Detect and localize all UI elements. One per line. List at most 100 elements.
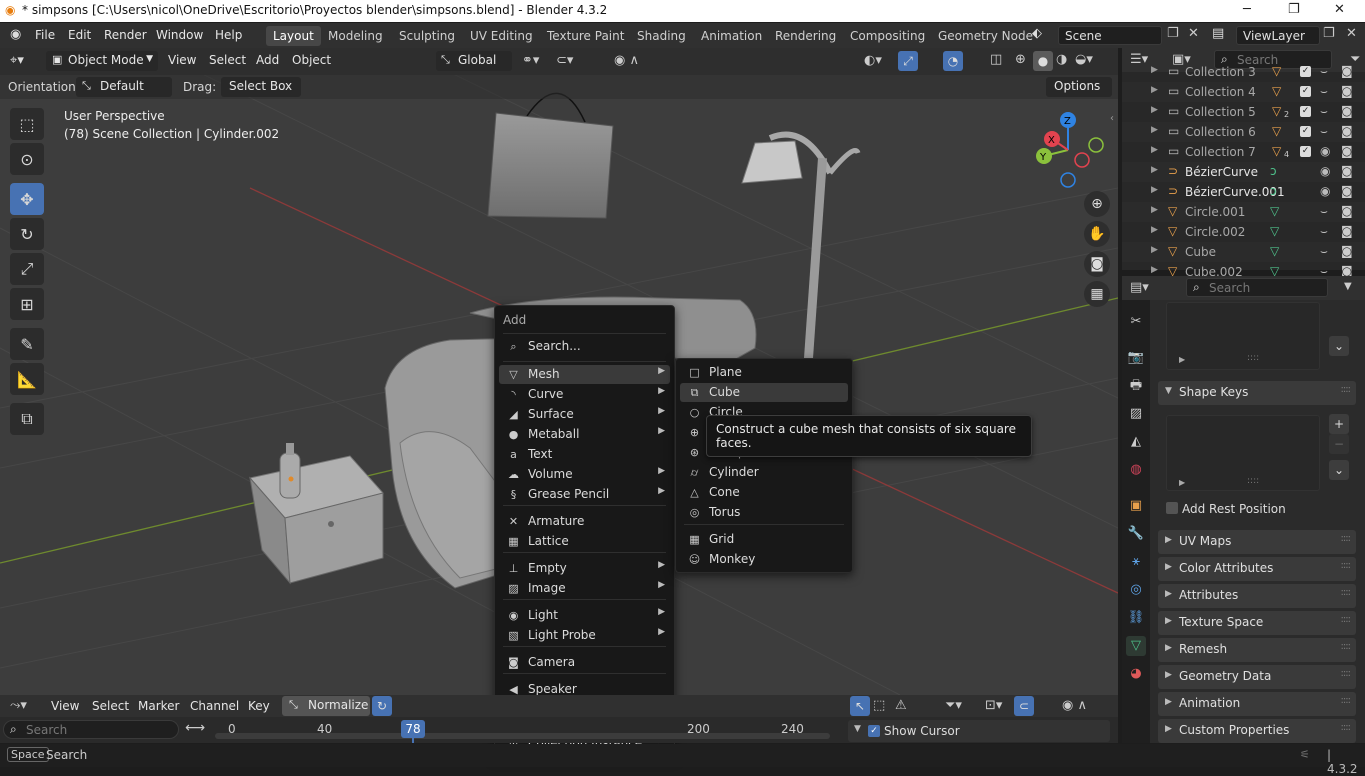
menu-marker[interactable]: Marker	[138, 699, 179, 713]
panel-grip-icon[interactable]: ::::	[1341, 614, 1352, 625]
visibility-eye-icon[interactable]: ⌣	[1320, 104, 1328, 119]
outliner-row[interactable]: ▶ ▽ Circle.001 ▽ ⌣ ◙	[1122, 202, 1365, 222]
panel-grip-icon[interactable]: ::::	[1341, 533, 1352, 544]
view-layer-tab-icon[interactable]: ▨	[1126, 404, 1146, 424]
menu-key[interactable]: Key	[248, 699, 270, 713]
properties-search[interactable]: ⌕ Search	[1186, 278, 1328, 297]
outliner-row[interactable]: ▶ ▭ Collection 7 ▽ 4 ✓ ◉ ◙	[1122, 142, 1365, 162]
scene-field[interactable]: Scene	[1058, 26, 1162, 45]
add-menu-item-text[interactable]: a Text	[499, 445, 670, 464]
tool-tab-icon[interactable]: ✂	[1126, 312, 1146, 332]
proportional-edit-icon[interactable]: ◉ ∧	[614, 53, 639, 68]
panel-texture-space[interactable]: ▶ Texture Space::::	[1158, 611, 1356, 635]
constraints-tab-icon[interactable]: ⛓	[1126, 608, 1146, 628]
curve-data-icon[interactable]: ↄ	[1270, 184, 1277, 198]
view-layer-icon[interactable]: ▤	[1212, 26, 1224, 41]
menu-select[interactable]: Select	[92, 699, 129, 713]
expand-icon[interactable]: ▶	[1151, 105, 1158, 115]
material-shading-icon[interactable]: ◑	[1056, 52, 1067, 67]
exclude-checkbox[interactable]: ✓	[1300, 86, 1311, 97]
drag-select[interactable]: Select Box	[221, 77, 301, 97]
list-menu-icon[interactable]: ⌄	[1329, 336, 1349, 356]
expand-icon[interactable]: ▶	[1151, 125, 1158, 135]
only-errors-icon[interactable]: ⚠	[895, 698, 907, 713]
mesh-data-icon[interactable]: ▽	[1270, 244, 1279, 258]
panel-uv-maps[interactable]: ▶ UV Maps::::	[1158, 530, 1356, 554]
panel-grip-icon[interactable]: ::::	[1341, 560, 1352, 571]
mesh-item-cone[interactable]: △ Cone	[680, 483, 848, 502]
visibility-icon[interactable]: ◐▾	[864, 53, 882, 68]
tab-texture-paint[interactable]: Texture Paint	[540, 26, 631, 46]
current-frame-indicator[interactable]: 78	[401, 720, 425, 738]
mesh-item-monkey[interactable]: ☺ Monkey	[680, 550, 848, 569]
expand-icon[interactable]: ▶	[1179, 355, 1185, 364]
overlay-toggle-icon[interactable]: ◔	[943, 51, 963, 71]
mesh-item-grid[interactable]: ▦ Grid	[680, 530, 848, 549]
add-menu-item-empty[interactable]: ⊥ Empty ▶	[499, 559, 670, 578]
add-menu-item-camera[interactable]: ◙ Camera	[499, 653, 670, 672]
shape-key-menu-icon[interactable]: ⌄	[1329, 460, 1349, 480]
add-menu-item-grease-pencil[interactable]: § Grease Pencil ▶	[499, 485, 670, 504]
ortho-toggle-icon[interactable]: ▦	[1084, 281, 1110, 307]
cursor-tool[interactable]: ⊙	[10, 143, 44, 175]
panel-grip-icon[interactable]: ::::	[1341, 668, 1352, 679]
render-camera-icon[interactable]: ◙	[1341, 64, 1353, 78]
maximize-icon[interactable]: ❐	[1288, 2, 1300, 17]
timeline-scrollbar[interactable]	[215, 733, 830, 739]
visibility-eye-icon[interactable]: ⌣	[1320, 204, 1328, 219]
tab-shading[interactable]: Shading	[630, 26, 693, 46]
outliner-row[interactable]: ▶ ⊃ BézierCurve ↄ ◉ ◙	[1122, 162, 1365, 182]
snap-icon[interactable]: ⊂▾	[556, 53, 573, 68]
solid-shading-icon[interactable]: ●	[1033, 51, 1053, 71]
mesh-item-plane[interactable]: □ Plane	[680, 363, 848, 382]
show-cursor-checkbox[interactable]: ✓	[868, 725, 880, 737]
minimize-icon[interactable]: ─	[1243, 2, 1251, 17]
menu-view[interactable]: View	[51, 699, 79, 713]
timeline-search[interactable]: ⌕ Search	[3, 720, 179, 739]
menu-view[interactable]: View	[168, 53, 196, 67]
mode-select[interactable]: ▣ Object Mode ▼	[46, 51, 158, 71]
exclude-checkbox[interactable]: ✓	[1300, 66, 1311, 77]
chevron-down-icon[interactable]: ▼	[854, 724, 861, 734]
menu-render[interactable]: Render	[104, 28, 147, 42]
tab-animation[interactable]: Animation	[694, 26, 769, 46]
expand-icon[interactable]: ▶	[1151, 225, 1158, 235]
scene-icon[interactable]: ⬖	[1032, 26, 1042, 41]
proportional-icon[interactable]: ◉ ∧	[1062, 698, 1087, 713]
mesh-data-icon[interactable]: ▽	[1272, 124, 1281, 138]
xray-icon[interactable]: ◫	[990, 52, 1002, 67]
scene-tab-icon[interactable]: ◭	[1126, 432, 1146, 452]
panel-geometry-data[interactable]: ▶ Geometry Data::::	[1158, 665, 1356, 689]
render-camera-icon[interactable]: ◙	[1341, 144, 1353, 158]
measure-tool[interactable]: 📐	[10, 363, 44, 395]
add-menu-item-lattice[interactable]: ▦ Lattice	[499, 532, 670, 551]
render-camera-icon[interactable]: ◙	[1341, 164, 1353, 178]
material-tab-icon[interactable]: ◕	[1126, 664, 1146, 684]
select-box-tool[interactable]: ⬚	[10, 108, 44, 140]
tab-modeling[interactable]: Modeling	[321, 26, 390, 46]
resize-grip-icon[interactable]: ::::	[1247, 476, 1259, 486]
panel-attributes[interactable]: ▶ Attributes::::	[1158, 584, 1356, 608]
rendered-shading-icon[interactable]: ◒▾	[1075, 52, 1093, 67]
pivot-icon[interactable]: ⊡▾	[985, 698, 1002, 713]
new-view-layer-icon[interactable]: ❐	[1323, 26, 1335, 41]
camera-view-icon[interactable]: ◙	[1084, 251, 1110, 277]
remove-view-layer-icon[interactable]: ✕	[1346, 26, 1357, 41]
chevron-down-icon[interactable]: ▼	[1344, 281, 1352, 292]
outliner-row[interactable]: ▶ ▽ Circle.002 ▽ ⌣ ◙	[1122, 222, 1365, 242]
shape-keys-panel[interactable]: ▼ Shape Keys ::::	[1158, 381, 1356, 405]
outliner-row[interactable]: ▶ ⊃ BézierCurve.001 ↄ ◉ ◙	[1122, 182, 1365, 202]
pan-hand-icon[interactable]: ✋	[1084, 221, 1110, 247]
expand-icon[interactable]: ▶	[1151, 165, 1158, 175]
blender-menu-icon[interactable]: ◉	[10, 27, 21, 42]
add-menu-item-mesh[interactable]: ▽ Mesh ▶	[499, 365, 670, 384]
remove-shape-key-icon[interactable]: −	[1329, 434, 1349, 454]
menu-file[interactable]: File	[35, 28, 55, 42]
data-tab-icon[interactable]: ▽	[1126, 636, 1146, 656]
panel-grip-icon[interactable]: ::::	[1341, 587, 1352, 598]
add-menu-item-image[interactable]: ▨ Image ▶	[499, 579, 670, 598]
editor-type-icon[interactable]: ⌖▾	[10, 53, 24, 68]
exclude-checkbox[interactable]: ✓	[1300, 126, 1311, 137]
snap-icon[interactable]: ⊂	[1014, 696, 1034, 716]
visibility-eye-icon[interactable]: ◉	[1320, 144, 1330, 158]
